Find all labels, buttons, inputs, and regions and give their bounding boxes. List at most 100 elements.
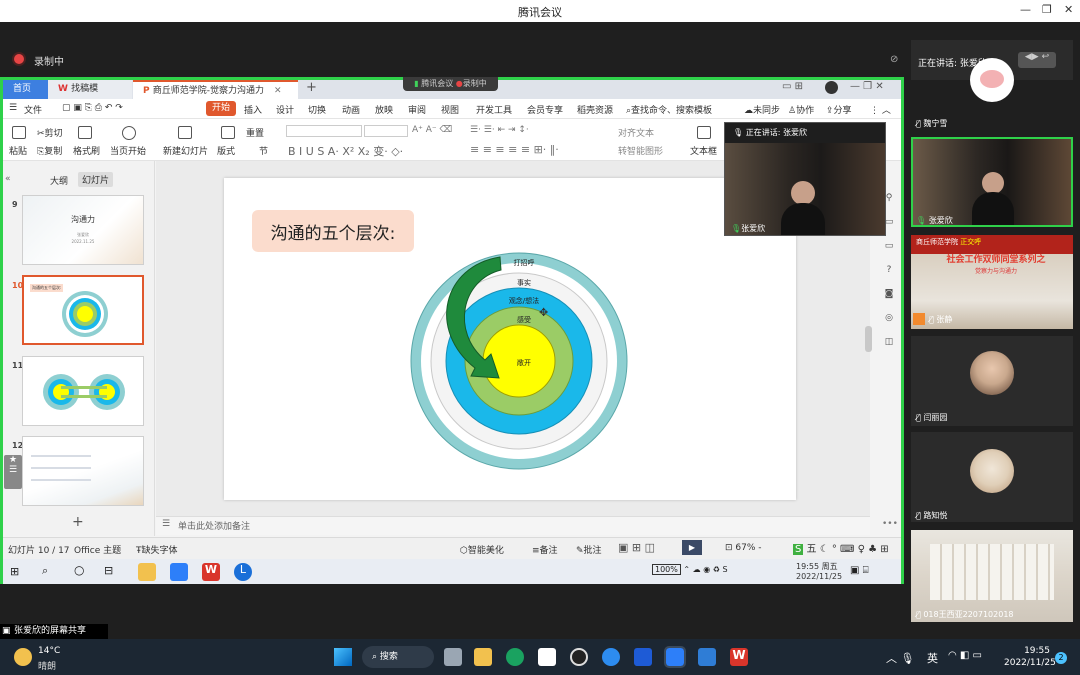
- taskview-icon[interactable]: [444, 648, 462, 666]
- menu-start[interactable]: 开始: [206, 101, 236, 116]
- missing-font[interactable]: Ŧ缺失字体: [136, 543, 178, 556]
- inner-cortana-icon[interactable]: ○: [74, 563, 84, 577]
- menu-devtools[interactable]: 开发工具: [476, 103, 512, 116]
- layout-icon[interactable]: ▭ ⊞: [782, 81, 803, 92]
- file-explorer-icon[interactable]: [474, 648, 492, 666]
- add-slide-icon[interactable]: +: [72, 514, 84, 530]
- menu-view[interactable]: 视图: [441, 103, 459, 116]
- reset-button[interactable]: 重置: [246, 126, 264, 139]
- edge-icon[interactable]: [506, 648, 524, 666]
- new-slide-button[interactable]: 新建幻灯片: [163, 144, 208, 157]
- app-icon[interactable]: [634, 648, 652, 666]
- menu-member[interactable]: 会员专享: [527, 103, 563, 116]
- section-button[interactable]: 节: [259, 144, 268, 157]
- notes-toggle[interactable]: ≡备注: [532, 543, 558, 556]
- smart-art-button[interactable]: 转智能图形: [618, 144, 663, 157]
- slide-thumb-11[interactable]: [22, 356, 144, 426]
- menu-docer[interactable]: 稻壳资源: [577, 103, 613, 116]
- inner-tencent-meeting-icon[interactable]: [170, 563, 188, 581]
- tencent-meeting-icon[interactable]: [664, 646, 686, 668]
- collab-button[interactable]: ♙协作: [788, 103, 814, 116]
- inner-explorer-icon[interactable]: [138, 563, 156, 581]
- minimize-icon[interactable]: —: [1020, 3, 1031, 16]
- font-name-select[interactable]: [286, 125, 362, 137]
- new-slide-icon[interactable]: [178, 126, 192, 139]
- layout-ribbon-icon[interactable]: [221, 126, 235, 139]
- font-style-icons[interactable]: B I U S A· X² X₂ 变· ◇·: [288, 143, 403, 159]
- inner-clock[interactable]: 19:55 周五 2022/11/25: [796, 561, 842, 581]
- slideshow-play-icon[interactable]: ▶: [682, 540, 702, 555]
- slide-thumb-9[interactable]: 沟通力 张爱欣 2022.11.25: [22, 195, 144, 265]
- network-volume-battery-icons[interactable]: ◠ ◧ ▭: [948, 650, 982, 661]
- clock-date[interactable]: 2022/11/25: [1004, 658, 1056, 668]
- screenshot-tool-icon[interactable]: [698, 648, 716, 666]
- tab-slides[interactable]: 幻灯片: [78, 172, 114, 187]
- tencent-share-overlay[interactable]: ▮ 腾讯会议 ●录制中: [403, 77, 498, 91]
- more-icon[interactable]: ⋮ ︿: [870, 103, 891, 116]
- tab-close-icon[interactable]: ✕: [274, 86, 282, 96]
- textbox-button[interactable]: 文本框: [690, 144, 717, 157]
- copy-button[interactable]: ⎘复制: [37, 144, 62, 157]
- qq-browser-icon[interactable]: [602, 648, 620, 666]
- play-icon[interactable]: [122, 126, 136, 140]
- align-icons[interactable]: ≡ ≡ ≡ ≡ ≡ ⊞· ‖·: [470, 143, 559, 156]
- quick-tools-icon[interactable]: ▢ ▣ ⎘ ⎙ ↶ ↷: [62, 103, 123, 113]
- textbox-icon[interactable]: [697, 126, 711, 139]
- cut-button[interactable]: ✂剪切: [37, 126, 63, 139]
- recording-label[interactable]: 录制中: [34, 53, 64, 68]
- list-icons[interactable]: ☰· ☰· ⇤ ⇥ ↕·: [470, 125, 529, 135]
- collapse-panel-icon[interactable]: «: [5, 174, 11, 184]
- notes-placeholder[interactable]: 单击此处添加备注: [178, 519, 250, 532]
- search-command[interactable]: ⌕查找命令、搜索模板: [626, 103, 712, 116]
- windows-start-icon[interactable]: [334, 648, 352, 666]
- layout-button[interactable]: 版式: [217, 144, 235, 157]
- menu-transition[interactable]: 切换: [308, 103, 326, 116]
- inner-notification-icon[interactable]: ▣ ⌸: [850, 565, 869, 576]
- zoom-control[interactable]: ⊡ 67% -: [725, 543, 762, 553]
- notes-bar[interactable]: [156, 516, 870, 535]
- tray-icons[interactable]: ︿ 🎙: [886, 650, 914, 666]
- window-controls-icon[interactable]: — ❐ ✕: [850, 81, 884, 92]
- speaker-pip[interactable]: 🎙 正在讲话: 张爱欣 🎙张爱欣: [724, 122, 886, 236]
- paste-button[interactable]: 粘贴: [9, 144, 27, 157]
- inner-search-icon[interactable]: ⌕: [42, 564, 48, 578]
- inner-app-icon[interactable]: L: [234, 563, 252, 581]
- user-avatar-icon[interactable]: [825, 81, 838, 94]
- comment-button[interactable]: ✎批注: [576, 543, 602, 556]
- input-language[interactable]: 英: [927, 650, 938, 666]
- play-from-current-button[interactable]: 当页开始: [110, 144, 146, 157]
- share-button[interactable]: ⇪分享: [826, 103, 852, 116]
- menu-slideshow[interactable]: 放映: [375, 103, 393, 116]
- restore-icon[interactable]: ❐: [1042, 3, 1052, 16]
- wps-taskbar-icon[interactable]: W: [730, 648, 748, 666]
- paste-icon[interactable]: [12, 126, 26, 139]
- menu-animation[interactable]: 动画: [342, 103, 360, 116]
- sync-status[interactable]: ☁未同步: [744, 103, 780, 116]
- github-icon[interactable]: [570, 648, 588, 666]
- close-icon[interactable]: ✕: [1064, 3, 1073, 16]
- slide-thumb-10[interactable]: 沟通的五个层次:: [22, 275, 144, 345]
- inner-tray[interactable]: 100% ⌃ ☁ ◉ ♻ S: [652, 564, 728, 575]
- hamburger-icon[interactable]: ☰: [9, 103, 17, 113]
- menu-insert[interactable]: 插入: [244, 103, 262, 116]
- notes-more-icon[interactable]: •••: [882, 519, 898, 529]
- side-tools-icon[interactable]: ★ ☰: [4, 455, 22, 489]
- taskbar-search[interactable]: ⌕ 搜索: [362, 646, 434, 668]
- tab-document[interactable]: P 商丘师范学院-觉察力沟通力 ✕: [133, 80, 298, 99]
- tab-home[interactable]: 首页: [3, 80, 48, 99]
- tab-outline[interactable]: 大纲: [50, 174, 68, 187]
- menu-review[interactable]: 审阅: [408, 103, 426, 116]
- store-icon[interactable]: [538, 648, 556, 666]
- theme-name[interactable]: Office 主题: [74, 543, 121, 556]
- new-tab-icon[interactable]: +: [306, 80, 317, 95]
- inner-wps-icon[interactable]: W: [202, 563, 220, 581]
- notification-badge[interactable]: 2: [1055, 652, 1067, 664]
- menu-file[interactable]: 文件: [24, 103, 42, 116]
- inner-taskview-icon[interactable]: ⊟: [104, 564, 113, 577]
- weather-temp[interactable]: 14°C: [38, 646, 60, 656]
- format-painter-button[interactable]: 格式刷: [73, 144, 100, 157]
- font-size-icons[interactable]: A⁺ A⁻ ⌫: [412, 125, 452, 135]
- view-mode-icons[interactable]: ▣ ⊞ ◫: [618, 541, 655, 554]
- font-size-select[interactable]: [364, 125, 408, 137]
- brush-icon[interactable]: [78, 126, 92, 139]
